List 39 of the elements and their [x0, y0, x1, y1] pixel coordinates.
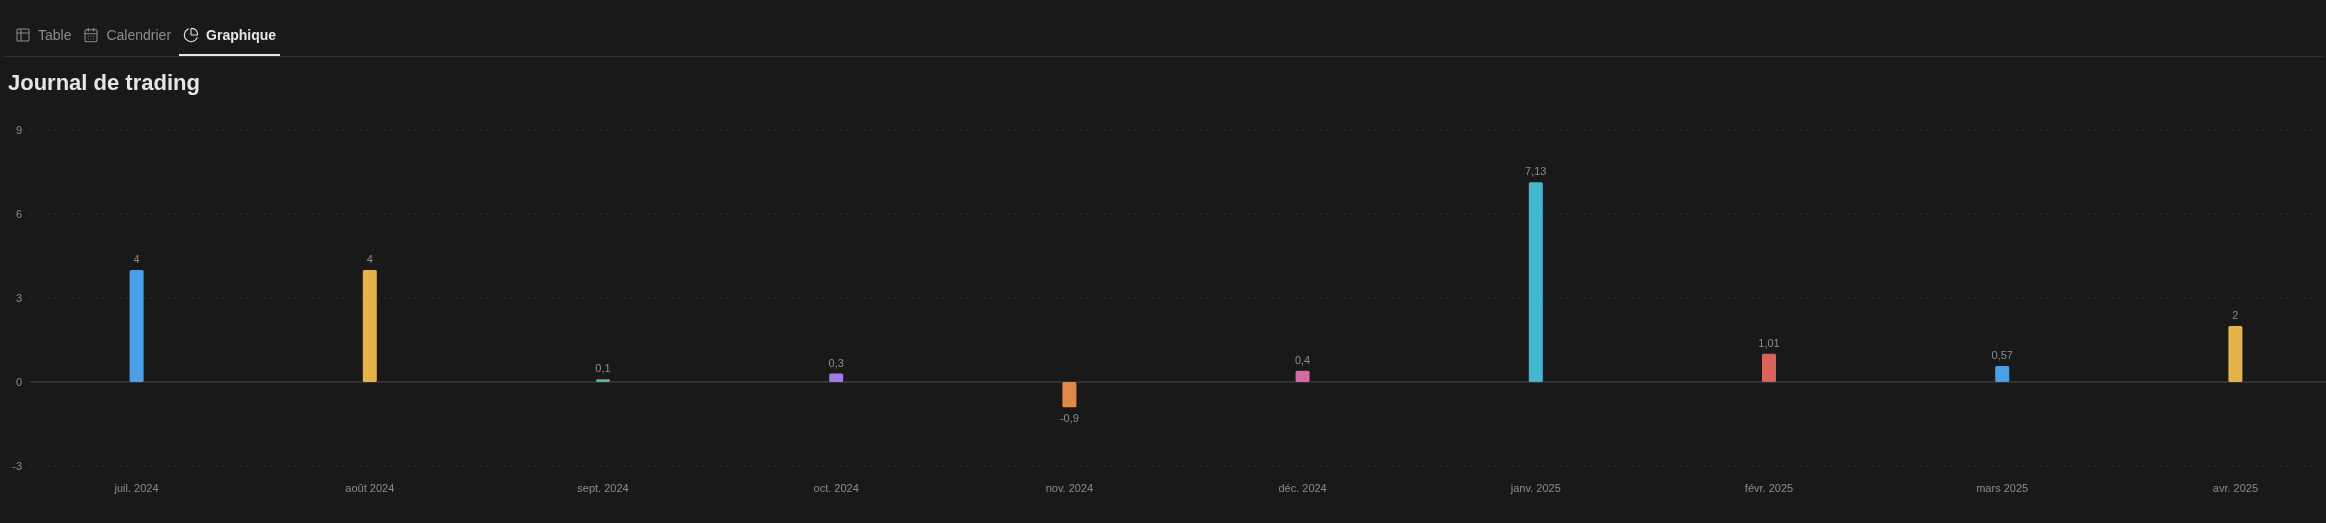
chart-title: Journal de trading — [7, 69, 201, 97]
bar — [1062, 382, 1077, 408]
value-label: 7,13 — [1525, 165, 1547, 178]
y-axis-label: -3 — [12, 460, 22, 472]
y-axis-label: 6 — [15, 208, 22, 220]
calendar-icon — [83, 27, 100, 43]
bar — [1995, 366, 2010, 382]
value-label: 1,01 — [1758, 336, 1780, 349]
value-label: 0,3 — [828, 356, 844, 369]
view-tab[interactable]: Calendrier — [79, 16, 176, 56]
bar — [596, 379, 610, 382]
x-axis-label: janv. 2025 — [1510, 482, 1561, 494]
value-label: -0,9 — [1059, 412, 1079, 425]
x-axis-label: avr. 2025 — [2212, 482, 2259, 494]
bar — [1762, 353, 1776, 382]
x-axis-label: juil. 2024 — [114, 482, 159, 494]
value-label: 0,57 — [1991, 349, 2013, 362]
y-axis-label: 3 — [15, 292, 22, 304]
value-label: 0,1 — [595, 362, 611, 375]
x-axis-label: sept. 2024 — [577, 482, 629, 494]
view-tab[interactable]: Graphique — [179, 16, 281, 56]
value-label: 4 — [366, 253, 373, 265]
x-axis-label: oct. 2024 — [813, 482, 859, 494]
chart-icon — [183, 27, 200, 43]
bar — [2228, 326, 2243, 382]
x-axis-label: févr. 2025 — [1744, 482, 1794, 494]
table-icon — [15, 27, 31, 43]
y-axis-label: 0 — [15, 376, 22, 388]
y-axis-label: 9 — [15, 124, 22, 136]
x-axis-label: août 2024 — [345, 482, 395, 494]
value-label: 0,4 — [1294, 353, 1311, 366]
value-label: 4 — [133, 253, 140, 265]
x-axis-label: nov. 2024 — [1045, 482, 1094, 494]
bar — [829, 373, 844, 382]
x-axis-label: mars 2025 — [1976, 482, 2029, 494]
view-tab[interactable]: Table — [11, 16, 76, 56]
bar — [1295, 370, 1310, 382]
value-label: 2 — [2232, 309, 2239, 321]
x-axis-label: déc. 2024 — [1278, 482, 1327, 494]
